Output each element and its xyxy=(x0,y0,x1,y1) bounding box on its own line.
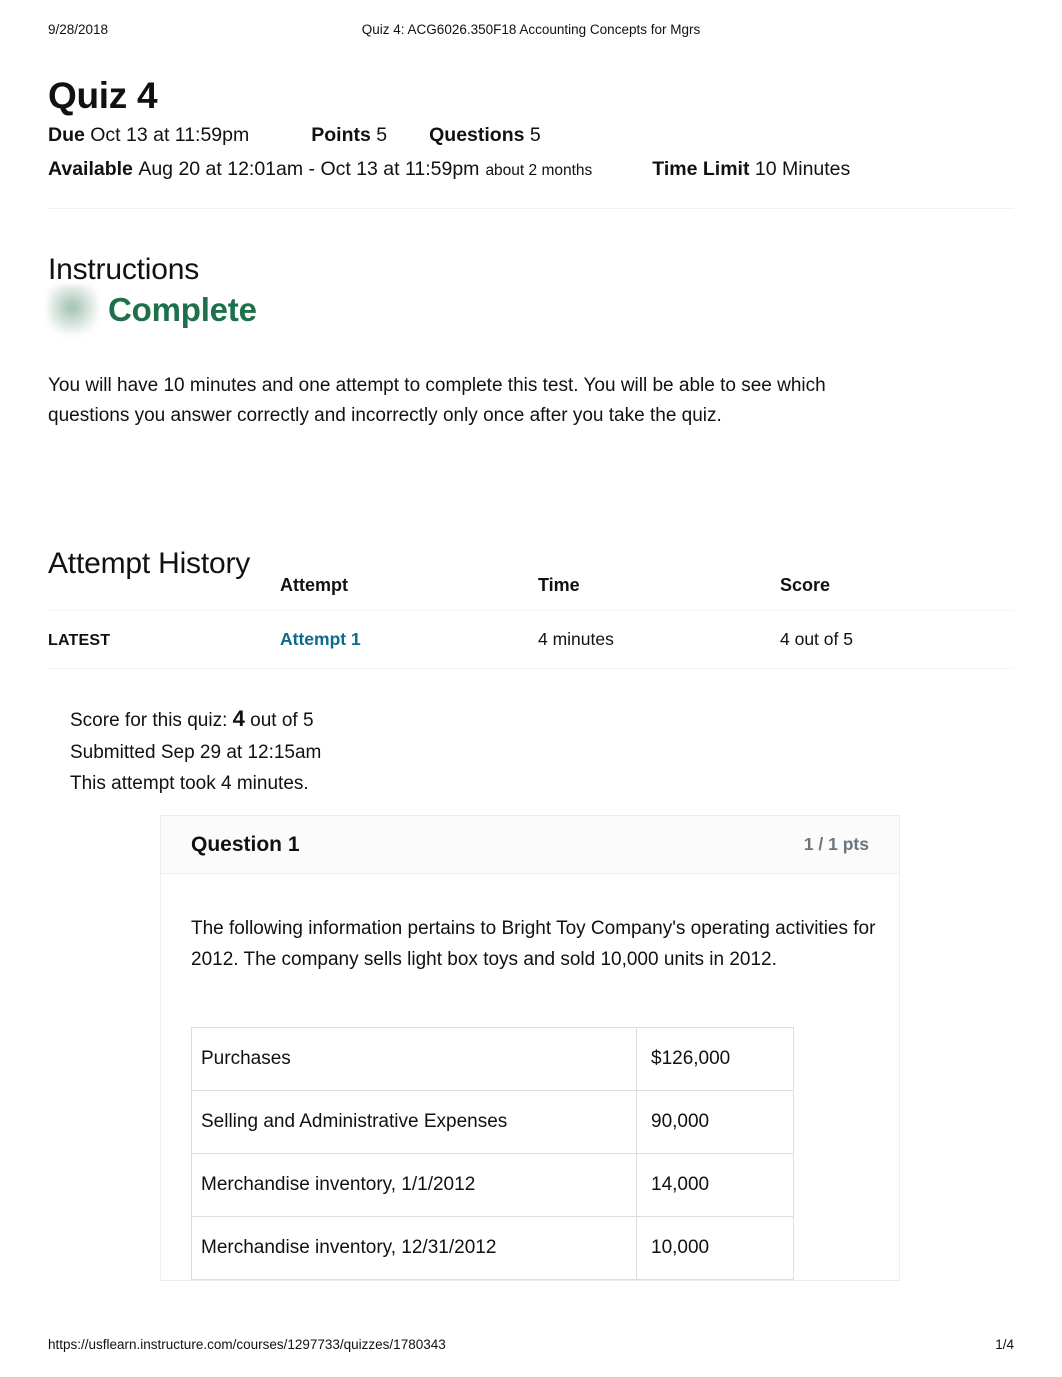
score-line: Score for this quiz: 4 out of 5 xyxy=(70,703,321,737)
available-label: Available xyxy=(48,158,133,180)
attempt-history-header-row: Attempt Time Score xyxy=(48,575,1014,611)
attempt-cell: Attempt 1 xyxy=(280,611,538,669)
submitted-line: Submitted Sep 29 at 12:15am xyxy=(70,741,322,763)
instructions-heading: Instructions xyxy=(48,252,199,286)
data-row-label: Merchandise inventory, 12/31/2012 xyxy=(191,1216,637,1280)
column-header-blank xyxy=(48,575,280,611)
data-row-label: Selling and Administrative Expenses xyxy=(191,1090,637,1154)
score-prefix: Score for this quiz: xyxy=(70,710,228,731)
footer-page-number: 1/4 xyxy=(995,1337,1014,1352)
attempt-score-cell: 4 out of 5 xyxy=(780,629,853,649)
quiz-meta-row-1: Due Oct 13 at 11:59pm Points 5 Questions… xyxy=(48,118,1014,152)
attempt-time-cell: 4 minutes xyxy=(538,629,614,649)
quiz-meta-row-2: Available Aug 20 at 12:01am - Oct 13 at … xyxy=(48,152,1014,188)
points-label: Points xyxy=(311,124,371,146)
question-text: The following information pertains to Br… xyxy=(191,918,876,970)
column-header-score: Score xyxy=(780,575,831,595)
attempt-history-body: LATEST Attempt 1 4 minutes 4 out of 5 xyxy=(48,610,1014,669)
attempt-latest-badge: LATEST xyxy=(48,611,280,669)
instructions-status-label: Complete xyxy=(108,291,257,328)
score-summary: Score for this quiz: 4 out of 5 Submitte… xyxy=(70,703,321,800)
table-row: Merchandise inventory, 1/1/2012 14,000 xyxy=(191,1153,794,1217)
score-value: 4 xyxy=(232,706,245,731)
data-row-value: 10,000 xyxy=(636,1216,794,1280)
quiz-print-page: 9/28/2018 Quiz 4: ACG6026.350F18 Account… xyxy=(0,0,1062,1377)
questions-value: 5 xyxy=(529,124,541,146)
data-row-value: 14,000 xyxy=(636,1153,794,1217)
attempt-history-head: Attempt Time Score xyxy=(48,575,1014,611)
instructions-status: Complete xyxy=(48,285,257,335)
question-header: Question 1 1 / 1 pts xyxy=(161,816,899,874)
available-value: Aug 20 at 12:01am - Oct 13 at 11:59pm xyxy=(138,158,480,180)
questions-label: Questions xyxy=(429,124,525,146)
instructions-body: You will have 10 minutes and one attempt… xyxy=(48,375,826,426)
time-limit-label: Time Limit xyxy=(652,158,750,180)
available-duration: about 2 months xyxy=(485,162,593,179)
table-row: Purchases $126,000 xyxy=(191,1027,794,1091)
question-data-table: Purchases $126,000 Selling and Administr… xyxy=(191,1027,794,1280)
quiz-meta-bar: Due Oct 13 at 11:59pm Points 5 Questions… xyxy=(48,118,1014,188)
column-header-time: Time xyxy=(538,575,580,595)
time-limit-value: 10 Minutes xyxy=(754,158,851,180)
data-row-label: Purchases xyxy=(191,1027,637,1091)
table-row: Selling and Administrative Expenses 90,0… xyxy=(191,1090,794,1154)
footer-url: https://usflearn.instructure.com/courses… xyxy=(48,1337,446,1352)
points-value: 5 xyxy=(376,124,388,146)
due-label: Due xyxy=(48,124,85,146)
data-row-value: $126,000 xyxy=(636,1027,794,1091)
table-row: Merchandise inventory, 12/31/2012 10,000 xyxy=(191,1216,794,1280)
column-header-attempt: Attempt xyxy=(280,575,348,595)
complete-check-icon xyxy=(48,285,98,335)
attempt-1-link[interactable]: Attempt 1 xyxy=(280,629,361,649)
data-row-value: 90,000 xyxy=(636,1090,794,1154)
due-value: Oct 13 at 11:59pm xyxy=(90,124,250,146)
data-row-label: Merchandise inventory, 1/1/2012 xyxy=(191,1153,637,1217)
question-points: 1 / 1 pts xyxy=(803,834,869,854)
question-body: The following information pertains to Br… xyxy=(161,874,899,1280)
meta-divider xyxy=(48,208,1014,209)
question-data-table-body: Purchases $126,000 Selling and Administr… xyxy=(191,1027,794,1280)
print-header: 9/28/2018 Quiz 4: ACG6026.350F18 Account… xyxy=(0,22,1062,40)
print-title: Quiz 4: ACG6026.350F18 Accounting Concep… xyxy=(361,22,701,37)
latest-label: LATEST xyxy=(48,632,111,649)
question-name: Question 1 xyxy=(191,832,300,856)
print-footer: https://usflearn.instructure.com/courses… xyxy=(0,1337,1062,1355)
page-title: Quiz 4 xyxy=(48,74,158,116)
score-suffix: out of 5 xyxy=(250,710,314,731)
question-box: Question 1 1 / 1 pts The following infor… xyxy=(160,815,900,1281)
table-row: LATEST Attempt 1 4 minutes 4 out of 5 xyxy=(48,610,1014,669)
attempt-history-table: Attempt Time Score LATEST Attempt 1 4 mi… xyxy=(48,575,1014,669)
duration-line: This attempt took 4 minutes. xyxy=(70,773,309,794)
